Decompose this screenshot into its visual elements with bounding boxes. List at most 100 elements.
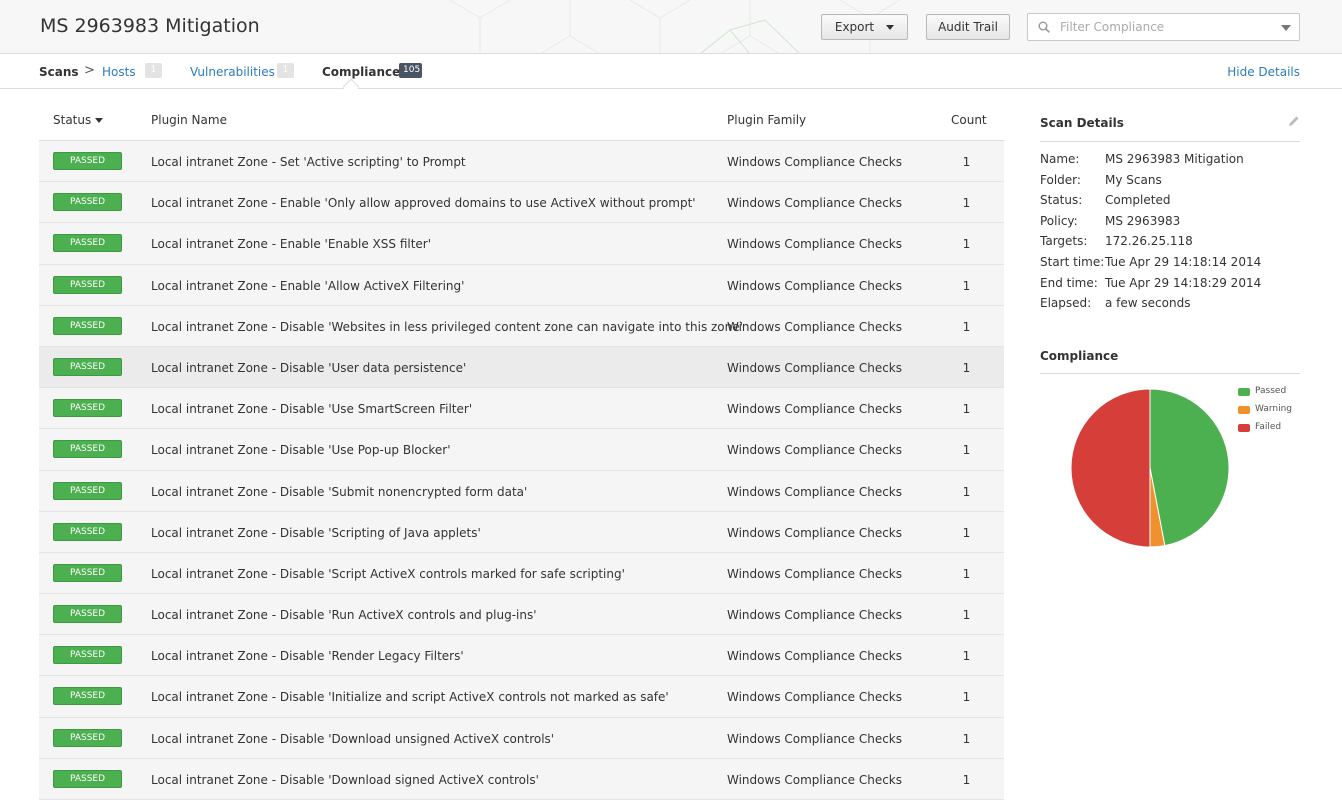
audit-trail-label: Audit Trail: [938, 20, 998, 34]
plugin-name-cell: Local intranet Zone - Disable 'Download …: [151, 772, 539, 787]
count-cell: 1: [962, 237, 971, 252]
count-cell: 1: [962, 443, 971, 458]
table-row[interactable]: PASSED Local intranet Zone - Disable 'Web…: [39, 305, 1004, 347]
plugin-name-cell: Local intranet Zone - Disable 'Render Le…: [151, 649, 464, 664]
table-row[interactable]: PASSED Local intranet Zone - Disable 'Scr…: [39, 511, 1004, 553]
count-cell: 1: [962, 525, 971, 540]
table-body: PASSED Local intranet Zone - Set 'Active …: [39, 141, 1004, 800]
plugin-family-cell: Windows Compliance Checks: [727, 196, 902, 211]
plugin-family-cell: Windows Compliance Checks: [727, 443, 902, 458]
table-header: Status Plugin Name Plugin Family Count: [39, 100, 1004, 141]
status-badge: PASSED: [53, 440, 122, 459]
count-cell: 1: [962, 278, 971, 293]
table-row[interactable]: PASSED Local intranet Zone - Disable 'Use…: [39, 429, 1004, 471]
export-button[interactable]: Export: [821, 14, 908, 40]
count-cell: 1: [962, 731, 971, 746]
table-row[interactable]: PASSED Local intranet Zone - Disable 'Ini…: [39, 676, 1004, 718]
detail-value: a few seconds: [1105, 296, 1191, 311]
compliance-table: Status Plugin Name Plugin Family Count P…: [39, 100, 1004, 800]
detail-value: MS 2963983: [1105, 213, 1181, 228]
table-row[interactable]: PASSED Local intranet Zone - Disable 'Dow…: [39, 717, 1004, 759]
detail-row: Elapsed: a few seconds: [1040, 296, 1300, 317]
plugin-name-cell: Local intranet Zone - Disable 'Scripting…: [151, 525, 481, 540]
detail-label: Start time:: [1040, 254, 1105, 269]
plugin-family-cell: Windows Compliance Checks: [727, 731, 902, 746]
plugin-family-cell: Windows Compliance Checks: [727, 155, 902, 169]
table-row[interactable]: PASSED Local intranet Zone - Disable 'Use…: [39, 346, 1004, 389]
breadcrumb-scans[interactable]: Scans: [39, 65, 79, 79]
table-row[interactable]: PASSED Local intranet Zone - Disable 'Run…: [39, 594, 1004, 636]
filter-compliance-field[interactable]: [1027, 13, 1300, 41]
plugin-family-column-header[interactable]: Plugin Family: [727, 113, 806, 127]
count-cell: 1: [962, 155, 971, 169]
plugin-family-cell: Windows Compliance Checks: [727, 319, 902, 334]
filter-compliance-input[interactable]: [1060, 18, 1280, 36]
plugin-family-cell: Windows Compliance Checks: [727, 690, 902, 705]
table-row[interactable]: PASSED Local intranet Zone - Disable 'Dow…: [39, 758, 1004, 800]
status-badge: PASSED: [53, 481, 122, 500]
pie-slice-passed[interactable]: [1149, 388, 1230, 547]
details-panel: Scan Details Name: MS 2963983 Mitigation F…: [1040, 100, 1300, 548]
count-cell: 1: [962, 649, 971, 664]
status-column-header[interactable]: Status: [53, 113, 104, 127]
detail-row: End time: Tue Apr 29 14:18:29 2014: [1040, 276, 1300, 297]
count-cell: 1: [962, 360, 971, 375]
scan-details-title: Scan Details: [1040, 116, 1124, 130]
plugin-name-cell: Local intranet Zone - Disable 'Submit no…: [151, 484, 528, 499]
detail-label: Elapsed:: [1040, 296, 1092, 311]
table-row[interactable]: PASSED Local intranet Zone - Disable 'Scr…: [39, 552, 1004, 595]
count-column-header[interactable]: Count: [951, 113, 987, 127]
pencil-icon[interactable]: [1288, 115, 1300, 127]
pie-slice-failed[interactable]: [1070, 388, 1151, 548]
table-row[interactable]: PASSED Local intranet Zone - Set 'Active …: [39, 141, 1004, 183]
status-badge: PASSED: [53, 357, 122, 376]
compliance-count-badge: 105: [399, 63, 422, 78]
plugin-name-cell: Local intranet Zone - Disable 'Use Pop-u…: [151, 443, 451, 458]
scan-details-header: Scan Details: [1040, 100, 1300, 142]
status-badge: PASSED: [53, 152, 122, 170]
count-cell: 1: [962, 402, 971, 417]
table-row[interactable]: PASSED Local intranet Zone - Disable 'Sub…: [39, 470, 1004, 512]
status-badge: PASSED: [53, 605, 122, 624]
vulnerabilities-count-badge: 1: [277, 63, 294, 78]
plugin-family-cell: Windows Compliance Checks: [727, 484, 902, 499]
detail-value: Tue Apr 29 14:18:29 2014: [1105, 275, 1262, 290]
plugin-family-cell: Windows Compliance Checks: [727, 608, 902, 623]
status-header-label: Status: [53, 113, 92, 127]
table-row[interactable]: PASSED Local intranet Zone - Enable 'Only…: [39, 182, 1004, 224]
count-cell: 1: [962, 484, 971, 499]
page-title: MS 2963983 Mitigation: [40, 15, 260, 37]
detail-row: Targets: 172.26.25.118: [1040, 234, 1300, 255]
legend-swatch: [1238, 406, 1250, 414]
table-row[interactable]: PASSED Local intranet Zone - Disable 'Use…: [39, 388, 1004, 430]
detail-value: Completed: [1105, 193, 1171, 208]
status-badge: PASSED: [53, 193, 122, 212]
plugin-name-column-header[interactable]: Plugin Name: [151, 113, 227, 127]
status-badge: PASSED: [53, 399, 122, 418]
scan-details-list: Name: MS 2963983 Mitigation Folder: My Scan…: [1040, 152, 1300, 317]
plugin-family-cell: Windows Compliance Checks: [727, 360, 902, 375]
legend-label: Passed: [1255, 386, 1287, 396]
count-cell: 1: [962, 566, 971, 581]
tab-compliance[interactable]: Compliance: [322, 65, 400, 79]
active-tab-pointer: [342, 78, 360, 96]
detail-label: Name:: [1040, 152, 1080, 166]
plugin-name-cell: Local intranet Zone - Disable 'Websites …: [151, 319, 743, 334]
plugin-name-cell: Local intranet Zone - Enable 'Only allow…: [151, 196, 696, 211]
audit-trail-button[interactable]: Audit Trail: [926, 14, 1010, 40]
count-cell: 1: [962, 319, 971, 334]
status-badge: PASSED: [53, 687, 122, 706]
tab-hosts[interactable]: Hosts: [102, 65, 136, 79]
plugin-name-cell: Local intranet Zone - Disable 'User data…: [151, 360, 467, 375]
hide-details-link[interactable]: Hide Details: [1227, 65, 1300, 79]
table-row[interactable]: PASSED Local intranet Zone - Enable 'Allo…: [39, 264, 1004, 306]
detail-label: Targets:: [1040, 234, 1088, 249]
plugin-family-cell: Windows Compliance Checks: [727, 525, 902, 540]
detail-value: Tue Apr 29 14:18:14 2014: [1105, 254, 1262, 269]
status-badge: PASSED: [53, 563, 122, 582]
table-row[interactable]: PASSED Local intranet Zone - Enable 'Enab…: [39, 223, 1004, 265]
table-row[interactable]: PASSED Local intranet Zone - Disable 'Ren…: [39, 635, 1004, 677]
filter-dropdown-icon[interactable]: [1281, 25, 1291, 31]
detail-value: 172.26.25.118: [1105, 234, 1193, 249]
tab-vulnerabilities[interactable]: Vulnerabilities: [190, 65, 275, 79]
